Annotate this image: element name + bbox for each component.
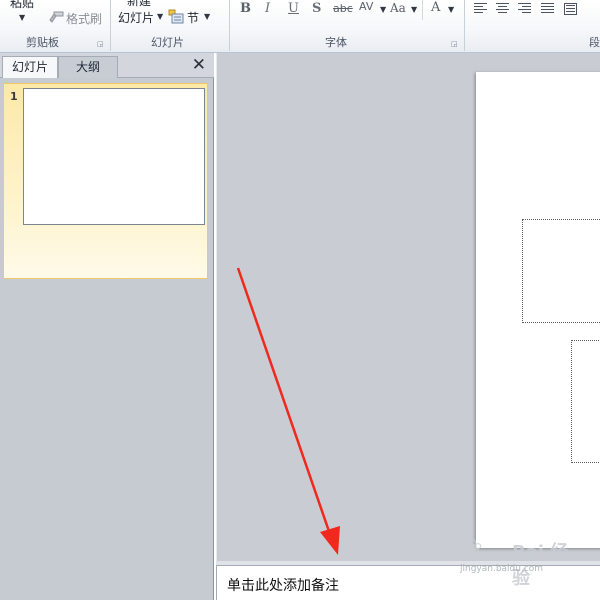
slides-group: 新建 幻灯片 ▼ 节 ▼ 幻灯片	[111, 0, 229, 53]
subtitle-placeholder[interactable]	[571, 340, 600, 463]
font-color-button[interactable]: A	[431, 0, 440, 15]
paw-logo-icon: ❀	[464, 536, 483, 561]
clipboard-group: 粘贴 ▼ 格式刷 剪贴板 ◲	[0, 0, 110, 53]
strikethrough-button[interactable]: abc	[333, 2, 353, 15]
format-painter-icon[interactable]	[48, 9, 64, 23]
slides-pane: 幻灯片 大纲 ✕ 1	[0, 53, 214, 600]
section-dropdown-icon[interactable]: ▼	[204, 12, 210, 21]
columns-icon[interactable]	[564, 3, 577, 15]
paragraph-group-label: 段	[589, 36, 600, 49]
character-spacing-button[interactable]: AV	[359, 0, 373, 13]
pane-tabs: 幻灯片 大纲 ✕	[0, 53, 214, 78]
shadow-button[interactable]: S	[312, 1, 321, 16]
underline-button[interactable]: U	[288, 1, 299, 16]
paste-dropdown-icon[interactable]: ▼	[19, 13, 25, 22]
new-slide-label-top[interactable]: 新建	[127, 0, 151, 9]
baidu-watermark: ❀ Bai 经验 jingyan.baidu.com	[460, 534, 580, 589]
paragraph-group: 段	[465, 0, 600, 53]
format-painter-button[interactable]: 格式刷	[66, 10, 102, 27]
align-left-icon[interactable]	[474, 3, 487, 15]
bold-button[interactable]: B	[240, 1, 251, 16]
ribbon: 粘贴 ▼ 格式刷 剪贴板 ◲ 新建 幻灯片 ▼ 节 ▼ 幻灯片 B I U S …	[0, 0, 600, 53]
justify-icon[interactable]	[541, 3, 554, 15]
change-case-button[interactable]: Aa	[390, 1, 406, 15]
font-group: B I U S abc AV ▼ Aa ▼ A ▼ 字体 ◲	[230, 0, 464, 53]
slide-number: 1	[10, 90, 18, 103]
font-group-label: 字体	[325, 36, 347, 49]
section-button[interactable]: 节	[187, 9, 199, 26]
new-slide-dropdown-icon[interactable]: ▼	[157, 12, 163, 21]
new-slide-button[interactable]: 幻灯片	[118, 9, 154, 26]
slide-thumbnail[interactable]	[23, 88, 205, 225]
watermark-url: jingyan.baidu.com	[460, 564, 544, 574]
powerpoint-window: 粘贴 ▼ 格式刷 剪贴板 ◲ 新建 幻灯片 ▼ 节 ▼ 幻灯片 B I U S …	[0, 0, 600, 600]
section-icon[interactable]	[168, 8, 184, 24]
notes-placeholder[interactable]: 单击此处添加备注	[227, 575, 339, 595]
tab-slides[interactable]: 幻灯片	[2, 56, 58, 78]
italic-button[interactable]: I	[265, 1, 270, 16]
close-pane-icon[interactable]: ✕	[192, 56, 206, 74]
slide-editing-area	[216, 53, 600, 563]
font-color-dropdown-icon[interactable]: ▼	[448, 5, 454, 14]
align-right-icon[interactable]	[518, 3, 531, 15]
clipboard-group-label: 剪贴板	[26, 36, 59, 49]
slides-group-label: 幻灯片	[151, 36, 184, 49]
slide-thumbnail-row[interactable]: 1	[3, 83, 208, 279]
slide-canvas[interactable]	[476, 72, 600, 548]
spacing-dropdown-icon[interactable]: ▼	[380, 5, 386, 14]
clipboard-dialog-launcher-icon[interactable]: ◲	[97, 40, 105, 48]
paste-button[interactable]: 粘贴	[10, 0, 34, 11]
title-placeholder[interactable]	[522, 219, 600, 323]
font-dialog-launcher-icon[interactable]: ◲	[451, 40, 459, 48]
align-center-icon[interactable]	[496, 3, 509, 15]
font-separator	[422, 0, 423, 20]
case-dropdown-icon[interactable]: ▼	[411, 5, 417, 14]
tab-outline[interactable]: 大纲	[58, 56, 118, 78]
